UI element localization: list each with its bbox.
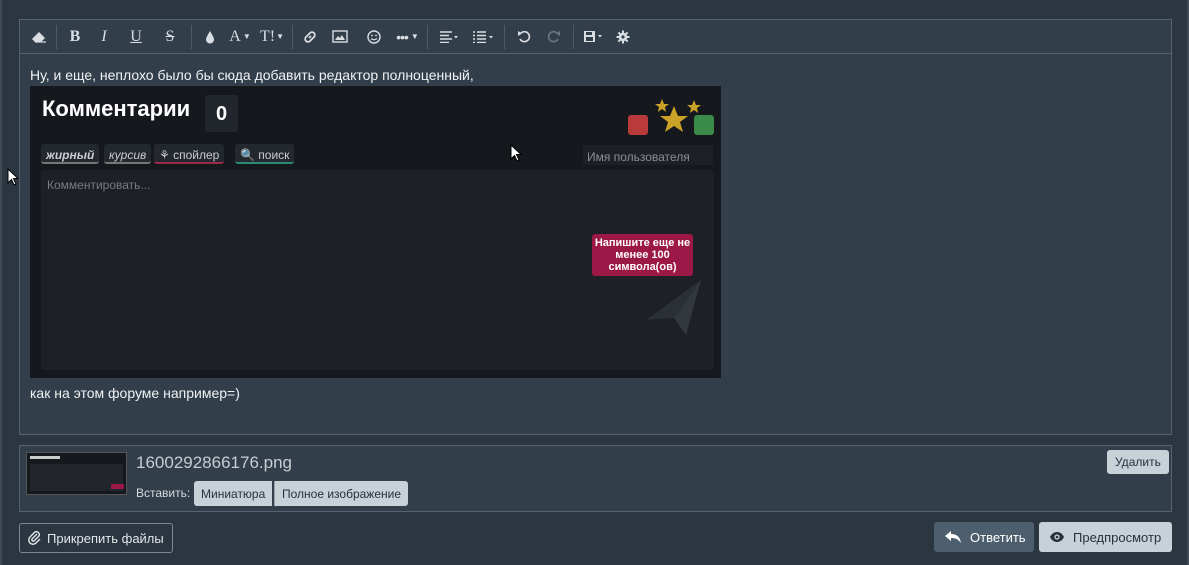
- font-size-icon[interactable]: A ▼: [224, 24, 256, 50]
- align-icon[interactable]: [432, 24, 466, 50]
- toolbar-divider: [292, 24, 293, 49]
- thumbnail-body: [30, 464, 123, 491]
- toolbar-divider: [427, 24, 428, 49]
- insert-label: Вставить:: [136, 486, 191, 500]
- italic-format-button: курсив: [104, 144, 152, 164]
- link-icon[interactable]: [297, 24, 323, 50]
- eraser-icon[interactable]: [26, 24, 52, 50]
- mouse-cursor-icon: [7, 168, 19, 186]
- embedded-screenshot: Комментарии 0 жирный курсив ⚘ спойлер 🔍 …: [30, 86, 721, 378]
- save-icon[interactable]: [578, 24, 610, 50]
- text-style-icon[interactable]: T! ▼: [256, 24, 288, 50]
- comments-title: Комментарии: [42, 96, 191, 121]
- rating-stars-icon: [628, 99, 714, 135]
- reply-button[interactable]: Ответить: [934, 522, 1034, 552]
- italic-icon[interactable]: I: [89, 24, 119, 50]
- paper-plane-icon: [646, 280, 701, 335]
- settings-icon[interactable]: [610, 24, 636, 50]
- comments-count: 0: [205, 95, 238, 132]
- undo-icon[interactable]: [509, 24, 539, 50]
- reply-icon: [945, 531, 961, 543]
- editor-content[interactable]: Ну, и еще, неплохо было бы сюда добавить…: [20, 54, 1171, 402]
- username-field: Имя пользователя: [583, 145, 713, 165]
- spoiler-label: спойлер: [173, 148, 220, 162]
- editor-toolbar: B I U S A ▼ T! ▼ ••• ▼: [20, 20, 1171, 54]
- redo-icon[interactable]: [539, 24, 569, 50]
- bold-format-button: жирный: [41, 144, 100, 164]
- attachment-thumbnail[interactable]: [26, 452, 127, 495]
- min-length-warning: Напишите еще не менее 100 символа(ов): [592, 234, 693, 276]
- insert-thumbnail-button[interactable]: Миниатюра: [194, 481, 273, 506]
- rich-text-editor[interactable]: B I U S A ▼ T! ▼ ••• ▼ Ну, и еще, неплох…: [19, 19, 1172, 435]
- attach-files-label: Прикрепить файлы: [47, 530, 164, 546]
- delete-attachment-button[interactable]: Удалить: [1107, 450, 1169, 474]
- insert-full-image-button[interactable]: Полное изображение: [274, 481, 409, 506]
- preview-button[interactable]: Предпросмотр: [1039, 522, 1172, 552]
- attach-files-button[interactable]: Прикрепить файлы: [19, 523, 173, 553]
- spoiler-format-button: ⚘ спойлер: [154, 144, 225, 164]
- search-format-button: 🔍 поиск: [235, 144, 295, 164]
- toolbar-divider: [191, 24, 192, 49]
- toolbar-divider: [504, 24, 505, 49]
- search-label: поиск: [258, 148, 290, 162]
- mouse-cursor-icon: [510, 144, 522, 162]
- bold-icon[interactable]: B: [61, 24, 89, 50]
- strikethrough-icon[interactable]: S: [153, 24, 187, 50]
- message-line-1: Ну, и еще, неплохо было бы сюда добавить…: [30, 67, 474, 83]
- message-line-2: как на этом форуме например=): [30, 385, 240, 401]
- eye-icon: [1050, 532, 1064, 542]
- list-icon[interactable]: [466, 24, 500, 50]
- reply-label: Ответить: [970, 529, 1026, 545]
- image-icon[interactable]: [323, 24, 357, 50]
- attachment-filename: 1600292866176.png: [136, 453, 292, 472]
- comment-placeholder: Комментировать...: [47, 178, 151, 192]
- thumbnail-badge: [111, 484, 124, 489]
- preview-label: Предпросмотр: [1073, 529, 1162, 545]
- paperclip-icon: [28, 531, 41, 545]
- more-icon[interactable]: ••• ▼: [391, 24, 423, 50]
- attachment-panel: 1600292866176.png Вставить: Миниатюра По…: [19, 445, 1172, 512]
- toolbar-divider: [56, 24, 57, 49]
- toolbar-divider: [573, 24, 574, 49]
- thumbnail-title: [30, 456, 60, 459]
- color-icon[interactable]: [196, 24, 224, 50]
- smile-icon[interactable]: [357, 24, 391, 50]
- underline-icon[interactable]: U: [119, 24, 153, 50]
